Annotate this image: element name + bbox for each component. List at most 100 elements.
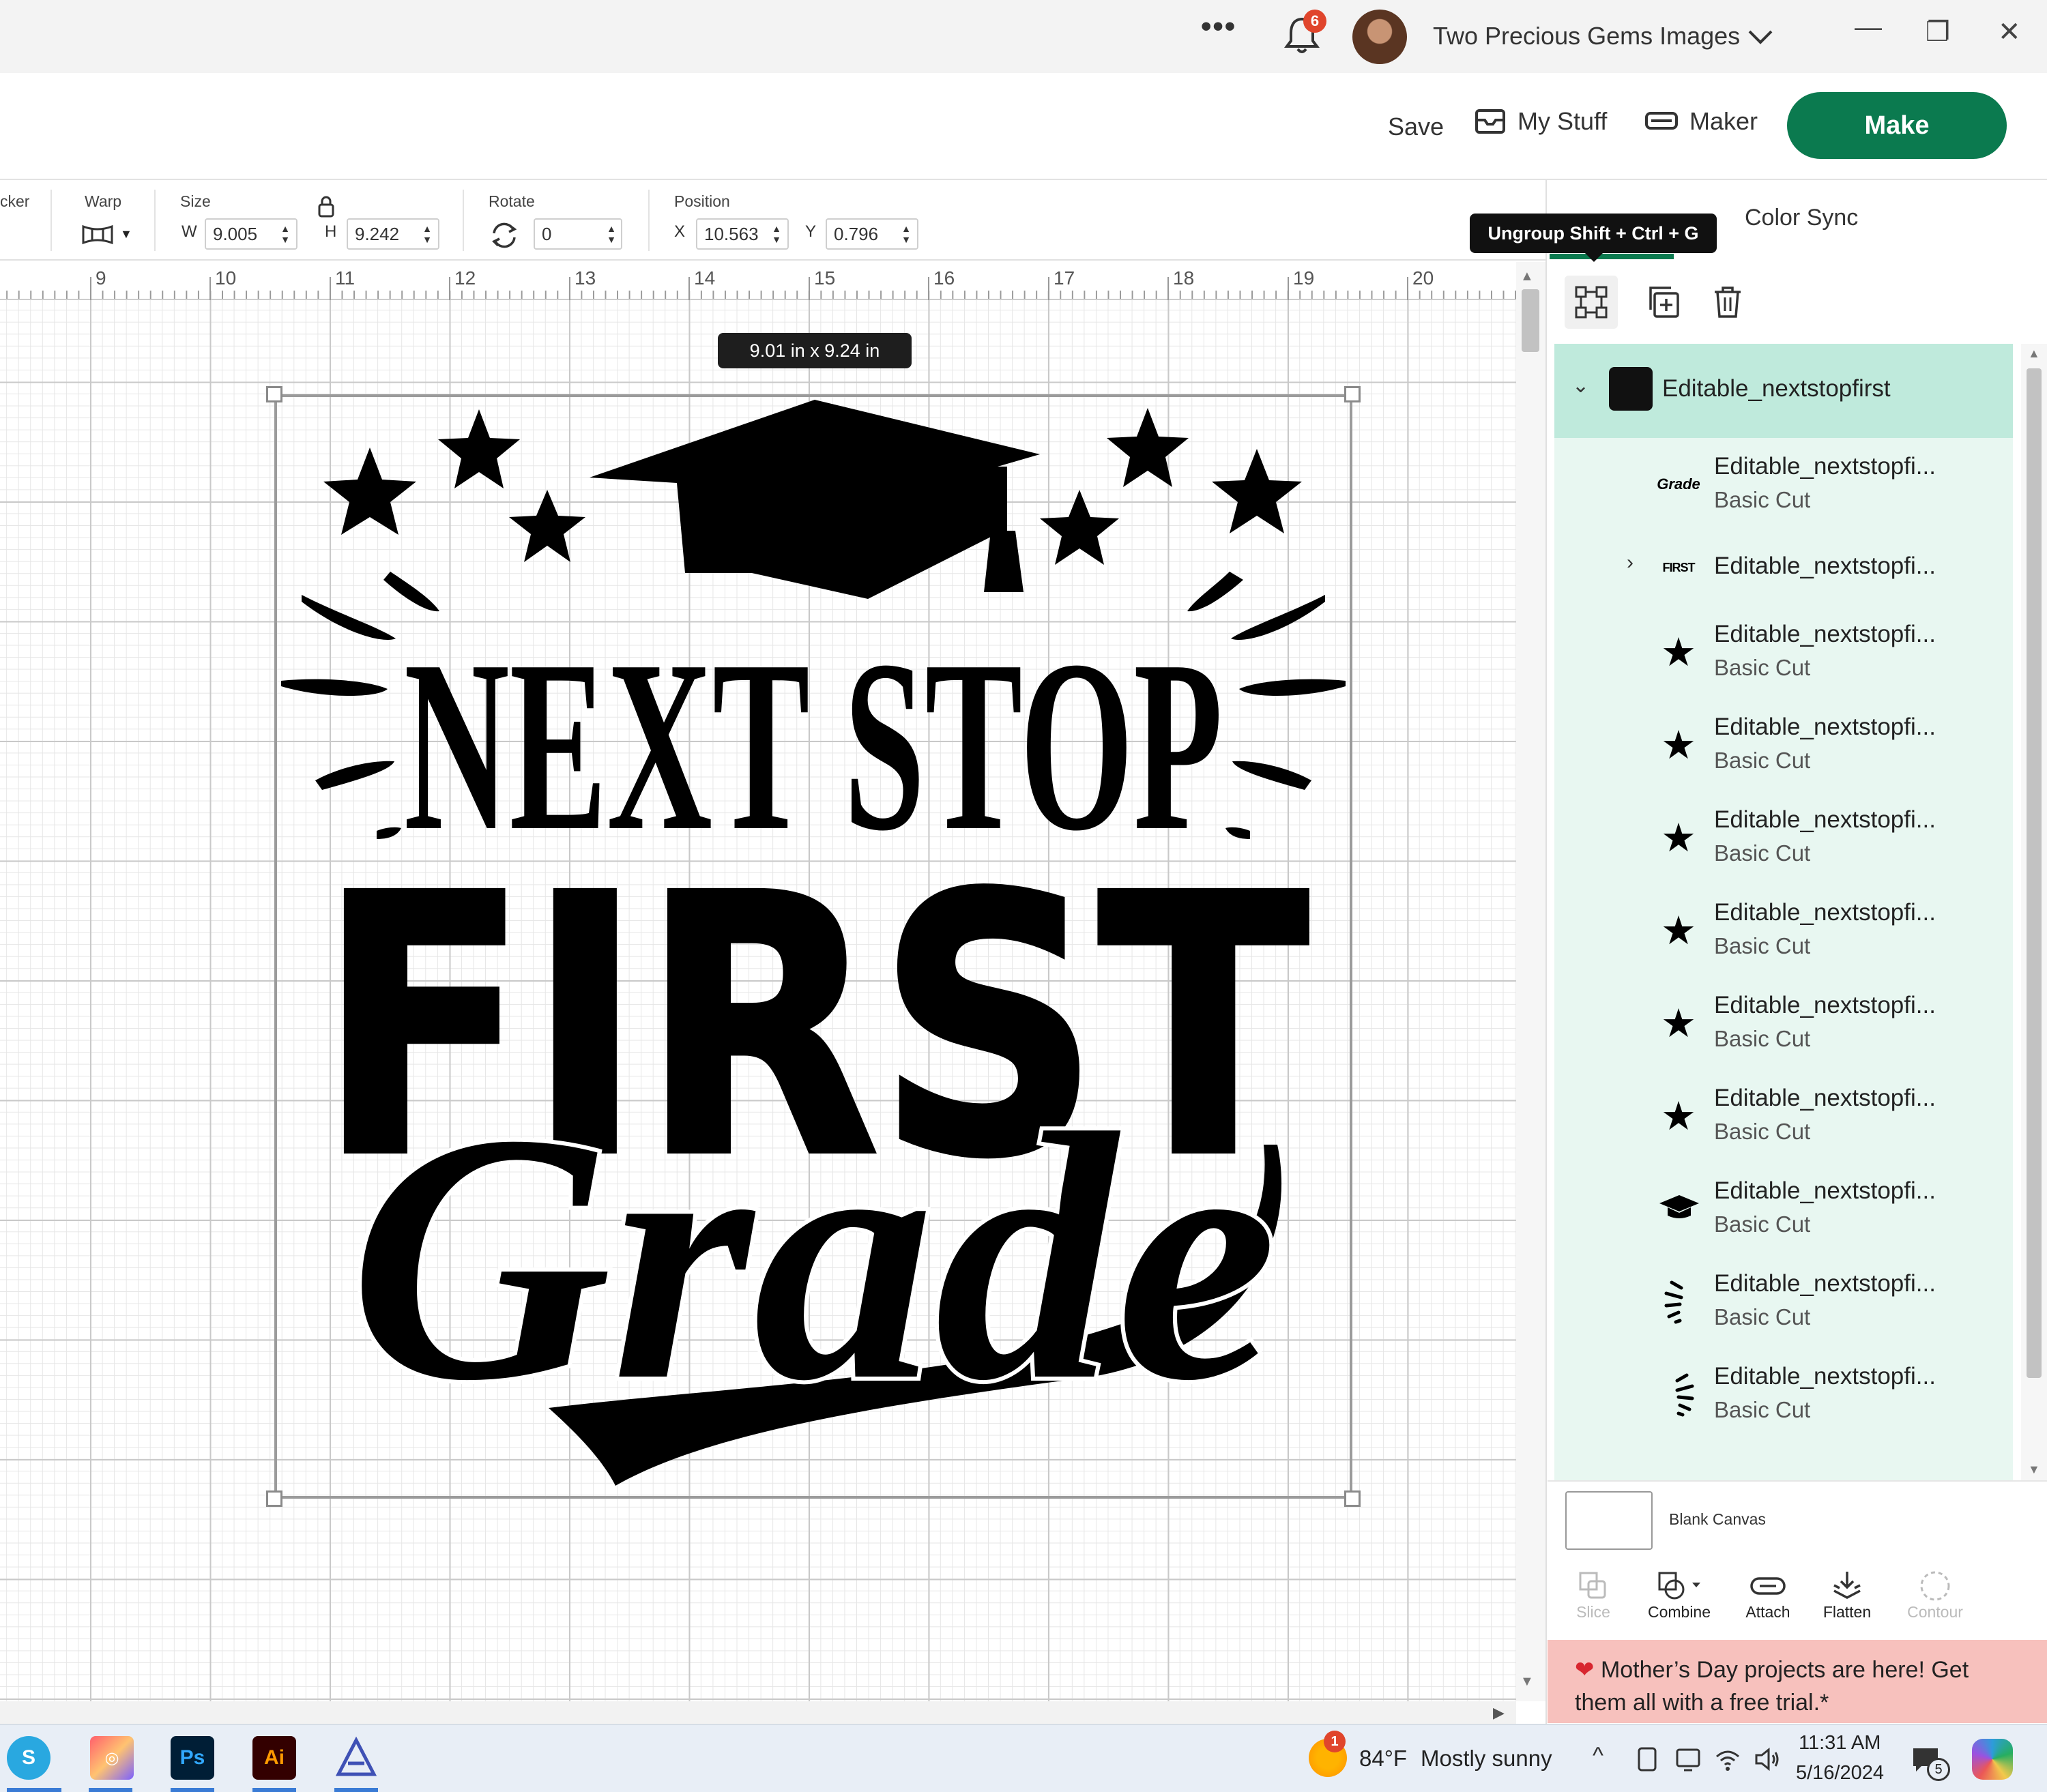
warp-dropdown[interactable]: ▼ [81,222,132,246]
resize-handle[interactable] [1344,386,1361,402]
promo-banner[interactable]: ❤ Mother’s Day projects are here! Get th… [1548,1640,2047,1723]
canvas-vertical-scrollbar[interactable]: ▲ ▼ [1516,262,1545,1701]
chevron-down-icon[interactable]: ⌄ [1572,374,1589,398]
scroll-up-arrow[interactable]: ▲ [1520,269,1534,284]
canvas-horizontal-scrollbar[interactable]: ▶ [0,1701,1516,1724]
maker-button[interactable]: Maker [1644,107,1758,136]
chevron-right-icon[interactable]: › [1627,551,1634,574]
layers-list[interactable]: ⌄ Editable_nextstopfirst Grade Editable_… [1554,344,2013,1480]
scroll-down-arrow[interactable]: ▼ [1520,1674,1534,1690]
clock-date[interactable]: 5/16/2024 [1796,1762,1884,1784]
display-icon[interactable] [1674,1746,1702,1773]
lock-icon[interactable] [317,195,336,218]
active-app-indicator [89,1788,132,1792]
layer-operation: Basic Cut [1714,1026,1811,1051]
account-name[interactable]: Two Precious Gems Images [1433,22,1740,50]
copilot-icon[interactable] [1972,1739,2013,1780]
star-thumbnail: ★ [1661,909,1696,953]
ruler-major-tick [1167,277,1169,300]
scroll-thumb[interactable] [1522,289,1539,352]
ruler-major-tick [449,277,450,300]
layers-scrollbar[interactable]: ▲ ▼ [2021,344,2047,1480]
layer-row[interactable]: ★ Editable_nextstopfi... Basic Cut [1554,1070,2013,1162]
save-button[interactable]: Save [1388,113,1444,141]
layer-row[interactable]: Editable_nextstopfi... Basic Cut [1554,1348,2013,1441]
layer-operation: Basic Cut [1714,933,1811,958]
blank-canvas-swatch[interactable] [1565,1491,1653,1550]
more-options-button[interactable]: ••• [1201,10,1236,44]
flatten-button[interactable]: Flatten [1803,1569,1891,1621]
contour-label: Contour [1907,1603,1963,1621]
creative-cloud-icon[interactable]: ◎ [90,1736,134,1780]
layer-row[interactable]: Grade Editable_nextstopfi... Basic Cut [1554,438,2013,531]
notifications-button[interactable]: 6 [1281,10,1326,57]
layer-operation: Basic Cut [1714,748,1811,773]
slice-button[interactable]: Slice [1549,1569,1638,1621]
close-button[interactable]: ✕ [1998,16,2021,48]
my-stuff-button[interactable]: My Stuff [1474,107,1607,136]
width-label: W [182,222,197,241]
tab-color-sync[interactable]: Color Sync [1717,205,1859,231]
attach-button[interactable]: Attach [1724,1569,1812,1621]
device-icon[interactable] [1635,1746,1659,1773]
weather-description[interactable]: Mostly sunny [1421,1746,1552,1772]
ruler-major-tick [1288,277,1289,300]
scroll-right-arrow[interactable]: ▶ [1493,1704,1505,1722]
layer-row[interactable]: ★ Editable_nextstopfi... Basic Cut [1554,699,2013,791]
layer-group-row[interactable]: ⌄ Editable_nextstopfirst [1554,344,2013,438]
make-button[interactable]: Make [1787,92,2007,159]
layer-row[interactable]: › FIRST Editable_nextstopfi... [1554,531,2013,606]
layer-row[interactable]: ★ Editable_nextstopfi... Basic Cut [1554,977,2013,1070]
contour-button[interactable]: Contour [1887,1569,1983,1621]
height-stepper[interactable]: ▲ ▼ [419,218,435,250]
restore-button[interactable]: ❐ [1926,16,1950,48]
tooltip-arrow [1584,252,1603,262]
chevron-up-icon[interactable]: ^ [1593,1743,1603,1769]
ungroup-tooltip: Ungroup Shift + Ctrl + G [1470,214,1717,253]
position-y-stepper[interactable]: ▲ ▼ [898,218,914,250]
combine-button[interactable]: Combine [1635,1569,1724,1621]
resize-handle[interactable] [1344,1490,1361,1507]
ruler-number: 17 [1054,267,1075,289]
cricut-app-icon[interactable] [334,1736,378,1780]
weather-temp[interactable]: 84°F [1359,1746,1407,1772]
layer-name: Editable_nextstopfi... [1714,806,1936,833]
ruler-number: 11 [335,267,355,289]
rotate-stepper[interactable]: ▲ ▼ [603,218,620,250]
ungroup-button[interactable] [1565,276,1618,329]
resize-handle[interactable] [266,386,282,402]
layer-row[interactable]: ★ Editable_nextstopfi... Basic Cut [1554,884,2013,977]
avatar[interactable] [1352,10,1407,64]
scroll-up-arrow[interactable]: ▲ [2028,347,2040,361]
rotate-icon[interactable] [489,220,520,251]
ruler-major-tick [569,277,570,300]
height-label: H [325,222,337,241]
layer-row[interactable]: Editable_nextstopfi... Basic Cut [1554,1255,2013,1348]
trash-icon[interactable] [1711,284,1745,319]
layer-row[interactable]: Editable_nextstopfi... Basic Cut [1554,1162,2013,1255]
layer-name: Editable_nextstopfi... [1714,1363,1936,1390]
edit-toolbar: cker Warp ▼ Size W 9.005 ▲ ▼ H 9.242 ▲ ▼ R… [0,180,1545,261]
layer-name: Editable_nextstopfi... [1714,553,1936,579]
width-stepper[interactable]: ▲ ▼ [277,218,293,250]
layer-row[interactable]: ★ Editable_nextstopfi... Basic Cut [1554,791,2013,884]
layer-name: Editable_nextstopfi... [1714,714,1936,740]
scroll-thumb[interactable] [2027,368,2042,1378]
skype-icon[interactable]: S [7,1736,50,1780]
illustrator-icon[interactable]: Ai [252,1736,296,1780]
position-x-stepper[interactable]: ▲ ▼ [768,218,785,250]
clock-time[interactable]: 11:31 AM [1799,1732,1881,1754]
layer-row[interactable]: ★ Editable_nextstopfi... Basic Cut [1554,606,2013,699]
layer-name: Editable_nextstopfi... [1714,1085,1936,1111]
size-label: Size [180,192,211,210]
duplicate-icon[interactable] [1645,284,1681,319]
photoshop-icon[interactable]: Ps [171,1736,214,1780]
scroll-down-arrow[interactable]: ▼ [2028,1463,2040,1477]
wifi-icon[interactable] [1714,1746,1741,1773]
blank-canvas-row[interactable]: Blank Canvas [1548,1480,2047,1562]
minimize-button[interactable]: — [1855,12,1882,43]
chevron-down-icon[interactable] [1747,27,1774,46]
warp-label: Warp [85,192,122,210]
speaker-icon[interactable] [1754,1746,1781,1773]
resize-handle[interactable] [266,1490,282,1507]
